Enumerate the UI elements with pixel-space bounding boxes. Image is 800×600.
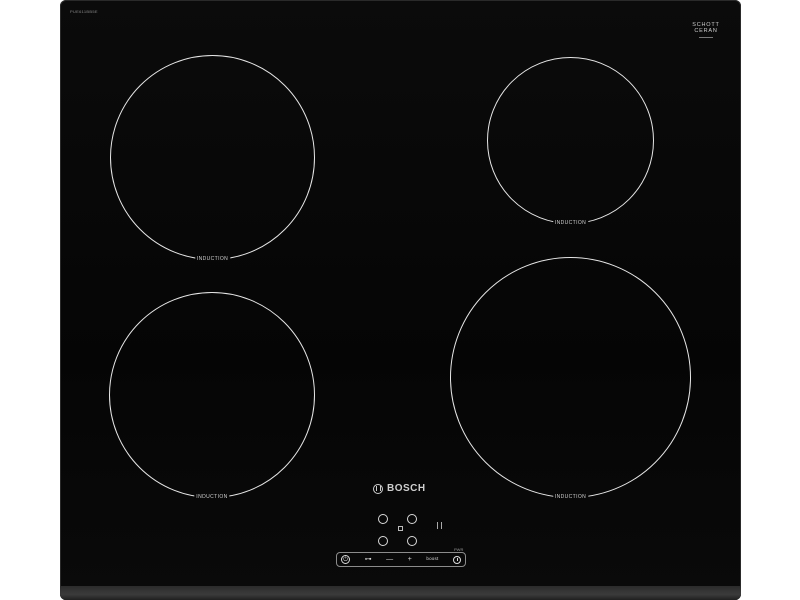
schott-ceran-logo: SCHOTT CERAN bbox=[686, 22, 726, 38]
induction-cooktop: PUE611BB5E SCHOTT CERAN INDUCTION INDUCT… bbox=[60, 0, 741, 600]
cooking-zone-rear-left: INDUCTION bbox=[110, 55, 315, 262]
plus-button[interactable]: + bbox=[408, 556, 412, 563]
logo-rule bbox=[699, 37, 713, 38]
zone-label: INDUCTION bbox=[552, 494, 589, 500]
zone-select-front-right-button[interactable] bbox=[407, 536, 417, 546]
zone-select-front-left-button[interactable] bbox=[378, 536, 388, 546]
zone-label: INDUCTION bbox=[194, 256, 231, 262]
key-lock-icon[interactable]: ⊶ bbox=[365, 556, 372, 563]
power-glyph: ⏻ bbox=[343, 556, 348, 563]
boost-button[interactable]: boost bbox=[426, 557, 438, 562]
model-code: PUE611BB5E bbox=[70, 9, 98, 14]
control-strip: ⏻ ⊶ — + boost bbox=[336, 552, 466, 567]
brand-name: BOSCH bbox=[387, 483, 426, 494]
zone-select-rear-right-button[interactable] bbox=[407, 514, 417, 524]
bosch-brand: BOSCH bbox=[373, 483, 426, 494]
zone-select-rear-left-button[interactable] bbox=[378, 514, 388, 524]
zone-label: INDUCTION bbox=[194, 494, 230, 500]
bottom-frame-trim bbox=[60, 586, 741, 600]
power-icon[interactable]: ⏻ bbox=[341, 555, 350, 564]
bosch-armature-icon bbox=[373, 483, 383, 494]
minus-button[interactable]: — bbox=[386, 556, 393, 563]
ceran-text: CERAN bbox=[694, 28, 718, 34]
cooking-zone-rear-right: INDUCTION bbox=[487, 57, 654, 226]
zone-label: INDUCTION bbox=[552, 220, 589, 226]
zone-selector-center bbox=[398, 526, 403, 531]
power-level-indicator bbox=[437, 522, 442, 529]
cooking-zone-front-left: INDUCTION bbox=[109, 292, 315, 500]
timer-icon[interactable] bbox=[453, 555, 461, 564]
cooking-zone-front-right: INDUCTION bbox=[450, 257, 691, 500]
